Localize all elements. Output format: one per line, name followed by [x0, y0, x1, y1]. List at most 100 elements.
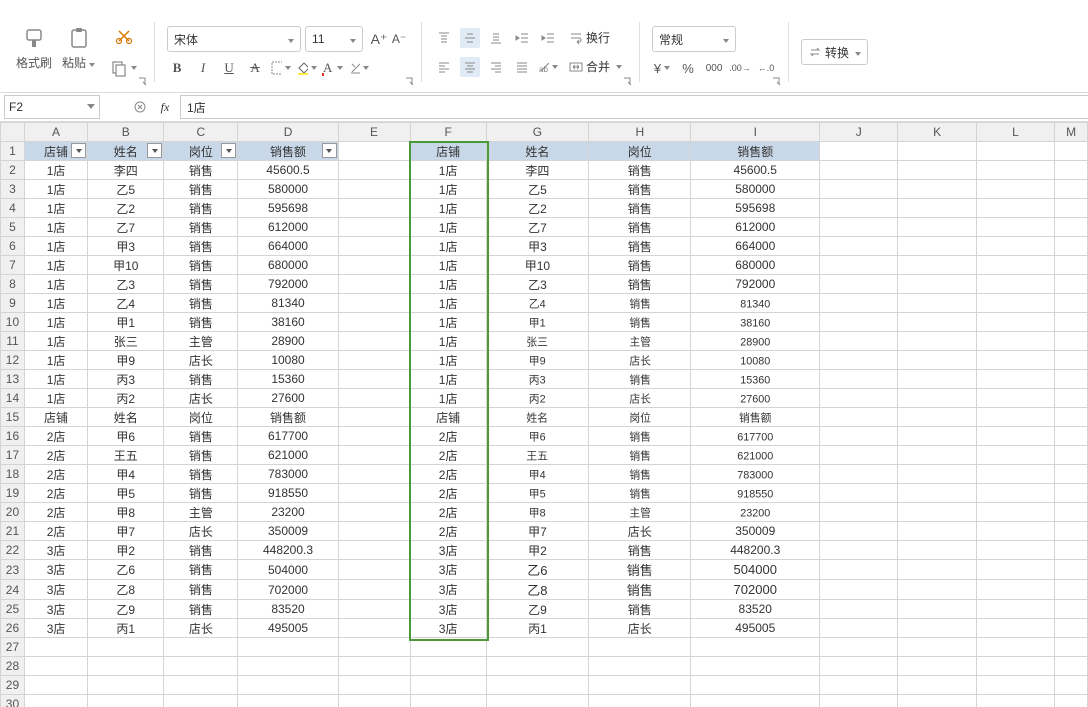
- cell[interactable]: [24, 695, 87, 707]
- cell[interactable]: 3店: [410, 560, 486, 580]
- row-header-20[interactable]: 20: [1, 503, 25, 522]
- cell[interactable]: [691, 638, 820, 657]
- align-justify-button[interactable]: [512, 57, 532, 77]
- cell[interactable]: [338, 657, 410, 676]
- border-button[interactable]: [271, 58, 291, 78]
- cell[interactable]: 销售: [589, 180, 691, 199]
- cell[interactable]: [976, 389, 1054, 408]
- strikethrough-button[interactable]: A: [245, 58, 265, 78]
- cell[interactable]: [976, 484, 1054, 503]
- cell[interactable]: [338, 256, 410, 275]
- decrease-indent-button[interactable]: [512, 28, 532, 48]
- underline-button[interactable]: U: [219, 58, 239, 78]
- cell[interactable]: [898, 294, 976, 313]
- cell[interactable]: 1店: [410, 161, 486, 180]
- cell[interactable]: [898, 676, 976, 695]
- wrap-text-button[interactable]: 换行: [564, 26, 615, 49]
- paste-button[interactable]: [63, 24, 95, 52]
- cell[interactable]: 595698: [238, 199, 338, 218]
- cell[interactable]: [820, 560, 898, 580]
- cell[interactable]: [976, 465, 1054, 484]
- cell[interactable]: 350009: [691, 522, 820, 541]
- cell[interactable]: [1055, 465, 1088, 484]
- cell[interactable]: [820, 237, 898, 256]
- name-box[interactable]: F2: [4, 95, 100, 119]
- cell[interactable]: [1055, 161, 1088, 180]
- cell[interactable]: [1055, 560, 1088, 580]
- cell[interactable]: [1055, 180, 1088, 199]
- cell[interactable]: 姓名: [491, 408, 583, 425]
- cell[interactable]: [898, 199, 976, 218]
- cell[interactable]: [338, 389, 410, 408]
- col-header-B[interactable]: B: [88, 123, 164, 142]
- cell[interactable]: 岗位: [589, 142, 691, 161]
- increase-font-button[interactable]: A⁺: [369, 29, 389, 49]
- cell[interactable]: 丙2: [88, 389, 164, 408]
- row-header-13[interactable]: 13: [1, 370, 25, 389]
- cell[interactable]: 612000: [691, 218, 820, 237]
- cell[interactable]: 1店: [410, 237, 486, 256]
- cell[interactable]: 792000: [238, 275, 338, 294]
- cell[interactable]: 销售: [164, 218, 238, 237]
- cell[interactable]: [24, 676, 87, 695]
- cell[interactable]: [898, 580, 976, 600]
- cell[interactable]: [976, 294, 1054, 313]
- cell[interactable]: 张三: [88, 332, 164, 351]
- align-middle-button[interactable]: [460, 28, 480, 48]
- cell[interactable]: [238, 657, 338, 676]
- cell[interactable]: [410, 638, 486, 657]
- cell[interactable]: 甲3: [486, 237, 588, 256]
- cell[interactable]: 680000: [238, 256, 338, 275]
- cell[interactable]: [338, 142, 410, 161]
- cell[interactable]: 918550: [697, 484, 813, 501]
- align-top-button[interactable]: [434, 28, 454, 48]
- cell[interactable]: 销售: [164, 446, 238, 465]
- cell[interactable]: 621000: [697, 446, 813, 463]
- cell[interactable]: 448200.3: [691, 541, 820, 560]
- cell[interactable]: 乙5: [88, 180, 164, 199]
- cell[interactable]: [338, 695, 410, 707]
- row-header-2[interactable]: 2: [1, 161, 25, 180]
- cell[interactable]: 乙8: [486, 580, 588, 600]
- row-header-6[interactable]: 6: [1, 237, 25, 256]
- cell[interactable]: 甲9: [88, 351, 164, 370]
- cell[interactable]: [1055, 351, 1088, 370]
- cell[interactable]: 28900: [697, 332, 813, 349]
- decrease-font-button[interactable]: A⁻: [389, 29, 409, 49]
- cell[interactable]: 销售: [164, 313, 238, 332]
- row-header-5[interactable]: 5: [1, 218, 25, 237]
- filter-icon[interactable]: [221, 143, 236, 158]
- cell[interactable]: [976, 142, 1054, 161]
- cell[interactable]: 甲9: [491, 351, 583, 368]
- cell[interactable]: 1店: [410, 199, 486, 218]
- cell[interactable]: 王五: [88, 446, 164, 465]
- cell[interactable]: [898, 695, 976, 707]
- cell[interactable]: 甲5: [88, 484, 164, 503]
- cell[interactable]: [338, 619, 410, 638]
- cell[interactable]: [1055, 370, 1088, 389]
- row-header-1[interactable]: 1: [1, 142, 25, 161]
- align-center-button[interactable]: [460, 57, 480, 77]
- cell[interactable]: 丙1: [88, 619, 164, 638]
- cell[interactable]: 乙3: [486, 275, 588, 294]
- row-header-15[interactable]: 15: [1, 408, 25, 427]
- cell[interactable]: [898, 446, 976, 465]
- cell[interactable]: 23200: [697, 503, 813, 520]
- cell[interactable]: [338, 370, 410, 389]
- cell[interactable]: 783000: [697, 465, 813, 482]
- row-header-23[interactable]: 23: [1, 560, 25, 580]
- cell[interactable]: [338, 560, 410, 580]
- cell[interactable]: [976, 427, 1054, 446]
- merge-button[interactable]: 合并: [564, 55, 627, 78]
- cell[interactable]: 销售: [164, 199, 238, 218]
- cell[interactable]: 702000: [238, 580, 338, 600]
- cell[interactable]: [1055, 600, 1088, 619]
- row-header-9[interactable]: 9: [1, 294, 25, 313]
- copy-button[interactable]: [105, 56, 142, 80]
- cell[interactable]: [1055, 427, 1088, 446]
- cell[interactable]: [1055, 256, 1088, 275]
- cell[interactable]: 495005: [238, 619, 338, 638]
- cell[interactable]: 乙2: [486, 199, 588, 218]
- cell[interactable]: 3店: [410, 541, 486, 560]
- cell[interactable]: [338, 465, 410, 484]
